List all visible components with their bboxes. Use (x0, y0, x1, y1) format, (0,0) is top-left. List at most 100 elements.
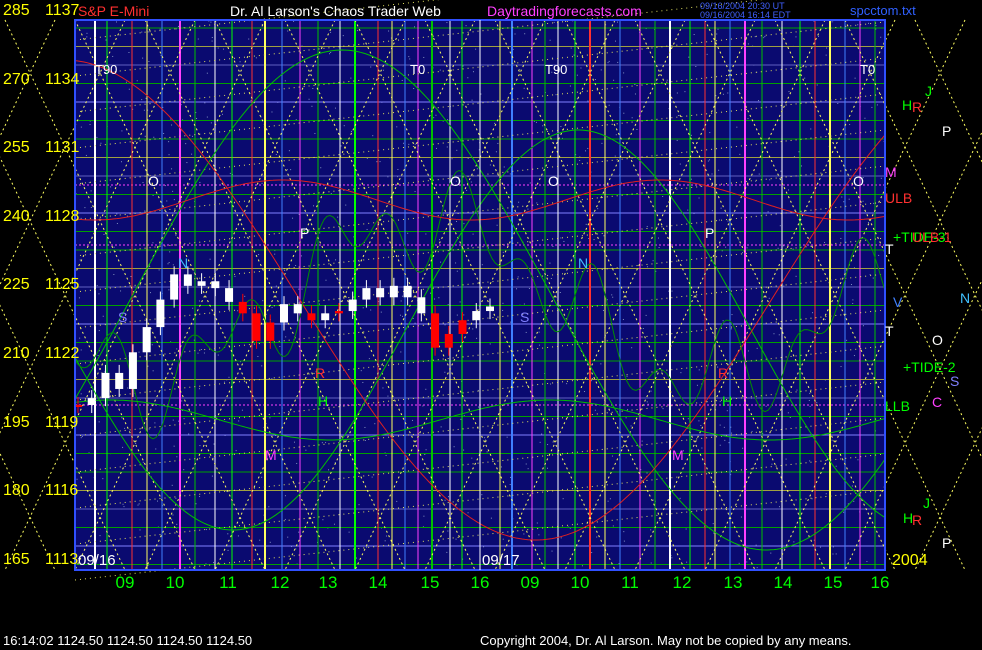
dot (172, 264, 174, 266)
dot (188, 433, 190, 435)
y-cycle-label: 225 (3, 276, 30, 294)
dot (642, 327, 644, 329)
dot (455, 538, 457, 540)
dot (518, 201, 520, 203)
y-cycle-label: 255 (3, 139, 30, 157)
dot (615, 134, 617, 136)
dot (80, 126, 82, 128)
dot (338, 279, 340, 281)
dot (121, 130, 123, 132)
dot (510, 476, 512, 478)
dot (539, 344, 541, 346)
dot (719, 424, 721, 426)
dot (614, 155, 616, 157)
dot (792, 248, 794, 250)
dot (869, 274, 871, 276)
dot (356, 30, 358, 32)
dot (122, 503, 124, 505)
dot (600, 363, 602, 365)
dot (183, 418, 185, 420)
dot (319, 232, 321, 234)
dot (447, 496, 449, 498)
dot (480, 93, 482, 95)
dot (549, 39, 551, 41)
dot (657, 237, 659, 239)
dot (500, 466, 502, 468)
planet-label: R (315, 365, 325, 381)
dot (168, 141, 170, 143)
dot (173, 445, 175, 447)
dot (773, 333, 775, 335)
dot (102, 478, 104, 480)
dot (90, 206, 92, 208)
dot (197, 352, 199, 354)
y-cycle-label: 165 (3, 550, 30, 568)
dot (747, 118, 749, 120)
dot (755, 544, 757, 546)
dot (181, 400, 183, 402)
dot (584, 150, 586, 152)
dot (602, 309, 604, 311)
dot (197, 38, 199, 40)
dot (862, 200, 864, 202)
dot (275, 285, 277, 287)
dot (455, 262, 457, 264)
dot (98, 330, 100, 332)
dot (191, 135, 193, 137)
dot (808, 399, 810, 401)
dot (622, 318, 624, 320)
dot (731, 314, 733, 316)
dot (446, 551, 448, 553)
dot (105, 39, 107, 41)
line-label-right: T (885, 323, 894, 339)
dot (623, 112, 625, 114)
dot (778, 506, 780, 508)
dot (795, 36, 797, 38)
dot (538, 331, 540, 333)
y-price-label: 1122 (45, 345, 80, 362)
dot (325, 279, 327, 281)
dot (456, 270, 458, 272)
hour-tick-label: 11 (621, 573, 639, 592)
dot (826, 47, 828, 49)
dot (209, 258, 211, 260)
dot (850, 284, 852, 286)
dot (171, 124, 173, 126)
dot (139, 529, 141, 531)
dot (298, 531, 300, 533)
dot (269, 541, 271, 543)
price-bar (376, 288, 385, 298)
dot (168, 262, 170, 264)
dot (489, 164, 491, 166)
planet-label: S (520, 309, 529, 325)
dot (335, 259, 337, 261)
dot (756, 347, 758, 349)
dot (785, 458, 787, 460)
dot (459, 301, 461, 303)
dot (176, 348, 178, 350)
dot (86, 36, 88, 38)
dot (472, 71, 474, 73)
dot (706, 53, 708, 55)
dot (679, 497, 681, 499)
dot (514, 33, 516, 35)
dot (143, 109, 145, 111)
dot (652, 260, 654, 262)
dot (435, 147, 437, 149)
y-price-label: 1128 (45, 207, 80, 225)
dot (159, 28, 161, 30)
dot (481, 494, 483, 496)
dot (301, 288, 303, 290)
dot (484, 437, 486, 439)
site-link[interactable]: Daytradingforecasts.com (487, 4, 642, 18)
dot (539, 441, 541, 443)
dot (330, 31, 332, 33)
dot (203, 352, 205, 354)
dot (409, 58, 411, 60)
dot (509, 173, 511, 175)
dot (467, 512, 469, 514)
dot (320, 167, 322, 169)
dot (778, 334, 780, 336)
dot (293, 441, 295, 443)
line-label-right: R (912, 512, 922, 528)
